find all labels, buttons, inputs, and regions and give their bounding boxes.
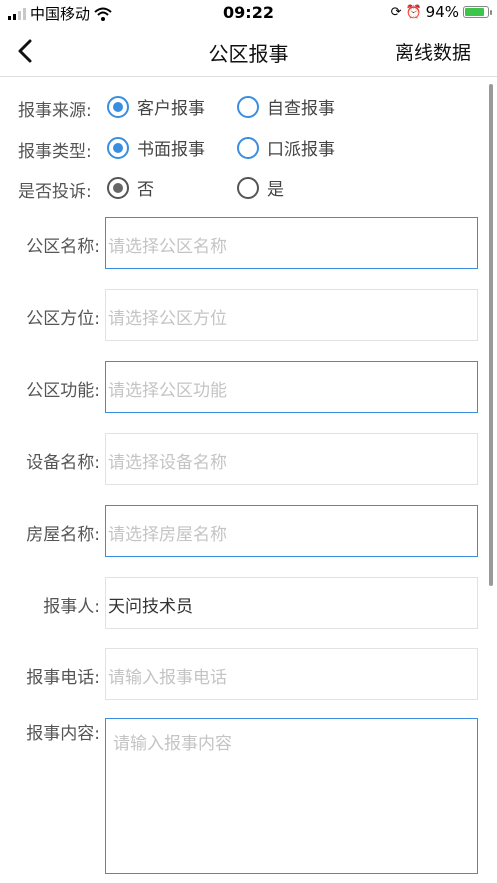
offline-data-button[interactable]: 离线数据 [395,38,471,65]
radio-complaint-no[interactable]: 否 [107,175,154,200]
phone-input[interactable]: 请输入报事电话 [105,648,478,700]
radio-checked-icon[interactable] [107,95,129,118]
radio-unchecked-icon[interactable] [237,95,259,118]
report-type-label: 报事类型: [18,142,92,162]
battery-icon [463,6,492,18]
alarm-icon: ⏰ [405,4,422,20]
radio-customer-report[interactable]: 客户报事 [107,94,205,119]
report-source-row: 报事来源: 客户报事 自查报事 [0,89,497,125]
complaint-row: 是否投诉: 否 是 [0,170,497,206]
status-bar: 中国移动 09:22 ⟳ ⏰ 94% [0,0,497,26]
radio-option-label: 口派报事 [267,140,335,160]
area-function-select[interactable]: 请选择公区功能 [105,361,478,413]
house-name-label: 房屋名称: [26,525,100,545]
area-position-placeholder: 请选择公区方位 [108,309,227,329]
radio-unchecked-icon[interactable] [237,176,259,199]
area-function-label: 公区功能: [26,381,100,401]
phone-label: 报事电话: [26,668,100,688]
area-position-label: 公区方位: [26,309,100,329]
status-right: ⟳ ⏰ 94% [390,3,492,21]
content-placeholder: 请输入报事内容 [113,734,232,754]
radio-complaint-yes[interactable]: 是 [237,175,284,200]
radio-written-report[interactable]: 书面报事 [107,135,205,160]
radio-checked-icon[interactable] [107,136,129,159]
complaint-label: 是否投诉: [18,182,92,202]
radio-self-check-report[interactable]: 自查报事 [237,94,335,119]
device-name-label: 设备名称: [26,453,100,473]
radio-checked-icon[interactable] [107,176,129,199]
area-name-label: 公区名称: [26,237,100,257]
phone-placeholder: 请输入报事电话 [108,668,227,688]
area-name-placeholder: 请选择公区名称 [108,237,227,257]
reporter-label: 报事人: [43,597,100,617]
area-name-select[interactable]: 请选择公区名称 [105,217,478,269]
scrollbar[interactable] [489,84,493,586]
content-label: 报事内容: [26,724,100,744]
radio-option-label: 客户报事 [137,99,205,119]
reporter-value: 天问技术员 [108,597,193,617]
area-function-placeholder: 请选择公区功能 [108,381,227,401]
radio-option-label: 自查报事 [267,99,335,119]
radio-option-label: 否 [137,180,154,200]
orientation-lock-icon: ⟳ [390,4,402,20]
house-name-placeholder: 请选择房屋名称 [108,525,227,545]
report-type-row: 报事类型: 书面报事 口派报事 [0,130,497,166]
radio-option-label: 是 [267,180,284,200]
device-name-select[interactable]: 请选择设备名称 [105,433,478,485]
radio-option-label: 书面报事 [137,140,205,160]
radio-unchecked-icon[interactable] [237,136,259,159]
area-position-select[interactable]: 请选择公区方位 [105,289,478,341]
reporter-field[interactable]: 天问技术员 [105,577,478,629]
house-name-select[interactable]: 请选择房屋名称 [105,505,478,557]
report-source-label: 报事来源: [18,101,92,121]
radio-verbal-report[interactable]: 口派报事 [237,135,335,160]
battery-percent: 94% [425,3,459,21]
device-name-placeholder: 请选择设备名称 [108,453,227,473]
content-textarea[interactable]: 请输入报事内容 [105,718,478,874]
nav-bar: 公区报事 离线数据 [0,26,497,77]
